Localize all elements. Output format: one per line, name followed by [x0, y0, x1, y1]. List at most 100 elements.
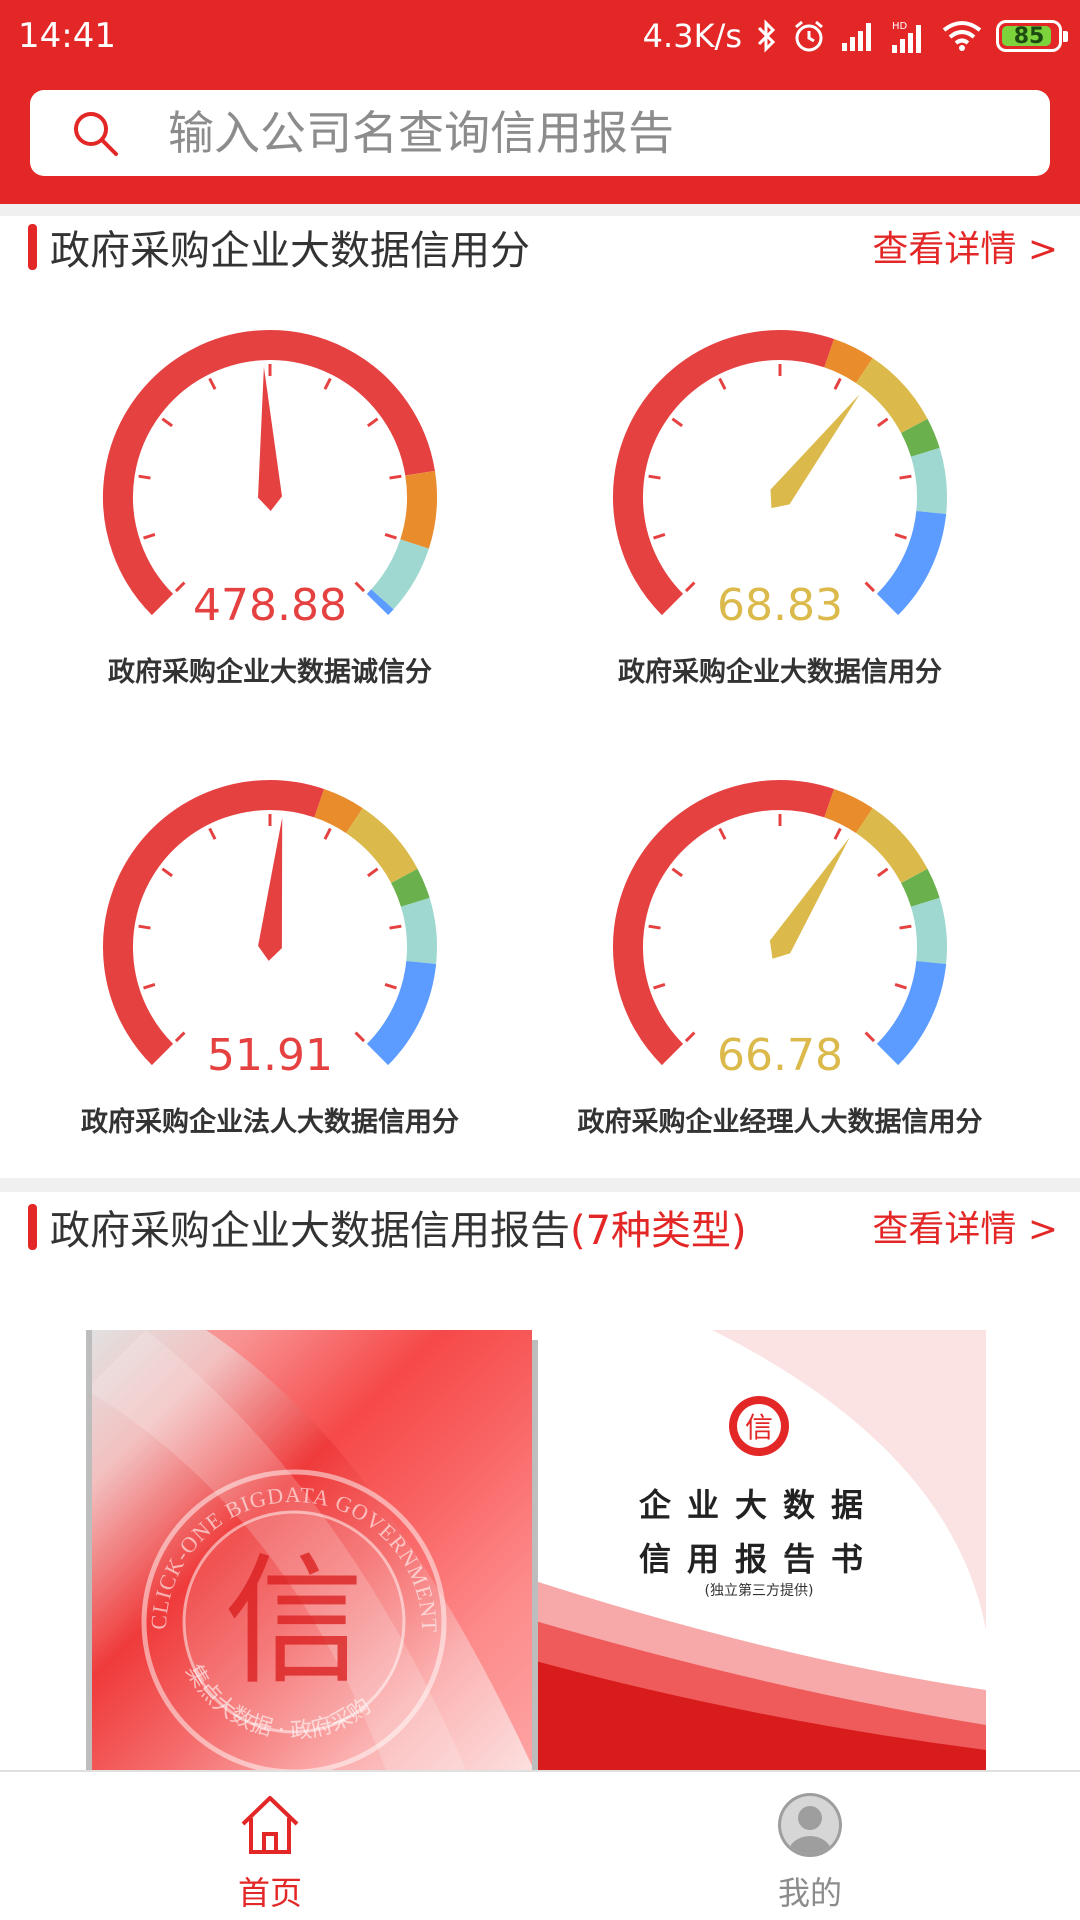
gauge-value: 68.83	[717, 580, 843, 631]
section-divider	[0, 1178, 1080, 1192]
gauge-tick	[833, 377, 842, 390]
section-accent-bar	[28, 224, 37, 270]
gauge-value: 51.91	[207, 1030, 333, 1081]
gauge-arc-segment	[910, 447, 947, 515]
battery-icon: 85	[996, 20, 1068, 52]
gauge-needle	[258, 367, 282, 511]
seal-watermark: CLICK-ONE BIGDATA GOVERNMENT PROCUREMENT…	[86, 1330, 534, 1770]
gauge-arc-segment	[910, 897, 947, 965]
svg-text:HD: HD	[892, 21, 908, 32]
gauge-arc-segment	[390, 868, 430, 908]
credit-report-section-title: 政府采购企业大数据信用报告(7种类型)	[50, 1198, 747, 1256]
gauge-tick	[648, 474, 661, 480]
credit-score-view-details-link[interactable]: 查看详情 >	[872, 220, 1058, 272]
seal-character: 信	[224, 1541, 364, 1704]
cover-subtitle: (独立第三方提供)	[704, 1583, 814, 1599]
report-cover-image[interactable]: CLICK-ONE BIGDATA GOVERNMENT PROCUREMENT…	[86, 1330, 986, 1770]
cover-divider	[532, 1340, 538, 1770]
gauge-tick	[833, 827, 842, 840]
gauge-tick	[323, 377, 332, 390]
gauge-needle	[258, 817, 283, 961]
gauge-needle	[770, 394, 860, 509]
section-accent-bar	[28, 1204, 37, 1250]
gauge-arc-segment	[823, 789, 873, 834]
gauge-label: 政府采购企业法人大数据信用分	[81, 1107, 459, 1138]
gauge-tick	[653, 982, 666, 990]
credit-score-section-header: 政府采购企业大数据信用分 查看详情 >	[0, 216, 1080, 276]
status-icons: 4.3K/s HD 85	[642, 14, 1068, 58]
credit-report-section-header: 政府采购企业大数据信用报告(7种类型) 查看详情 >	[0, 1196, 1080, 1256]
gauge-label: 政府采购企业经理人大数据信用分	[577, 1107, 983, 1138]
gauge-label: 政府采购企业大数据信用分	[618, 657, 942, 688]
gauge-tick	[389, 924, 402, 930]
gauge-tick	[208, 377, 217, 390]
gauge-tick	[208, 827, 217, 840]
app-screen: 14:41 4.3K/s HD 85 输入公司名查询信用报告 政府采购企业大数据…	[0, 0, 1080, 1920]
section-divider	[0, 204, 1080, 216]
gauge-tick	[138, 474, 151, 480]
gauge-tick	[718, 827, 727, 840]
cover-title-line2: 信用报告书	[638, 1540, 879, 1578]
gauge-tick	[671, 867, 683, 878]
gauge-arc-segment	[400, 897, 437, 965]
gauge-arc-segment	[102, 780, 325, 1066]
bottom-tab-bar: 首页 我的	[0, 1770, 1080, 1920]
gauge-arc-segment	[900, 418, 940, 458]
cover-title-line1: 企业大数据	[638, 1486, 879, 1524]
gauge-tick	[384, 982, 397, 990]
gauge-tick	[367, 417, 379, 428]
gauge-tick	[877, 867, 889, 878]
gauge-tick	[138, 924, 151, 930]
tab-home[interactable]: 首页	[120, 1772, 420, 1920]
search-input[interactable]	[168, 106, 988, 160]
gauge-tick	[899, 924, 912, 930]
gauge-tick	[143, 532, 156, 540]
search-bar[interactable]	[30, 90, 1050, 176]
gauge-needle	[769, 837, 850, 959]
credit-score-section-title: 政府采购企业大数据信用分	[50, 228, 530, 274]
gauge-arc-segment	[345, 808, 418, 884]
alarm-icon	[792, 19, 826, 53]
tab-profile-label: 我的	[777, 1874, 842, 1912]
gauge-tick	[161, 417, 173, 428]
profile-icon	[778, 1793, 842, 1857]
cover-logo-char: 信	[745, 1411, 773, 1444]
gauge-tick	[161, 867, 173, 878]
gauge-card[interactable]: 68.83 政府采购企业大数据信用分	[550, 290, 1010, 710]
credit-report-view-details-link[interactable]: 查看详情 >	[872, 1200, 1058, 1252]
gauge-label: 政府采购企业大数据诚信分	[108, 657, 432, 688]
bluetooth-icon	[756, 19, 778, 53]
gauge-arc-segment	[313, 789, 363, 834]
report-back-cover: CLICK-ONE BIGDATA GOVERNMENT PROCUREMENT…	[86, 1330, 534, 1770]
gauge-tick	[323, 827, 332, 840]
report-types-count: (7种类型)	[570, 1208, 747, 1254]
hd-signal-icon: HD	[890, 19, 928, 53]
tab-home-label: 首页	[237, 1874, 302, 1912]
gauge-arc-segment	[855, 808, 928, 884]
gauge-tick	[877, 417, 889, 428]
gauge-tick	[653, 532, 666, 540]
gauge-tick	[671, 417, 683, 428]
gauge-value: 478.88	[193, 580, 347, 631]
gauge-value: 66.78	[717, 1030, 843, 1081]
gauge-card[interactable]: 51.91 政府采购企业法人大数据信用分	[40, 740, 500, 1160]
gauge-tick	[899, 474, 912, 480]
gauge-arc-segment	[855, 358, 928, 434]
gauge-tick	[367, 867, 379, 878]
header: 14:41 4.3K/s HD 85 输入公司名查询信用报告	[0, 0, 1080, 204]
gauge-card[interactable]: 478.88 政府采购企业大数据诚信分	[40, 290, 500, 710]
net-speed: 4.3K/s	[642, 17, 742, 55]
credit-report-title-text: 政府采购企业大数据信用报告	[50, 1208, 570, 1254]
gauge-tick	[648, 924, 661, 930]
signal-icon	[840, 21, 876, 51]
gauge-arc-segment	[900, 868, 940, 908]
gauge-tick	[384, 532, 397, 540]
gauge-card[interactable]: 66.78 政府采购企业经理人大数据信用分	[550, 740, 1010, 1160]
gauge-arc-segment	[400, 470, 437, 549]
gauge-tick	[894, 982, 907, 990]
cover-edge	[86, 1330, 92, 1770]
tab-profile[interactable]: 我的	[660, 1772, 960, 1920]
gauge-tick	[718, 377, 727, 390]
home-icon	[241, 1796, 299, 1854]
gauge-arc-segment	[823, 339, 873, 384]
